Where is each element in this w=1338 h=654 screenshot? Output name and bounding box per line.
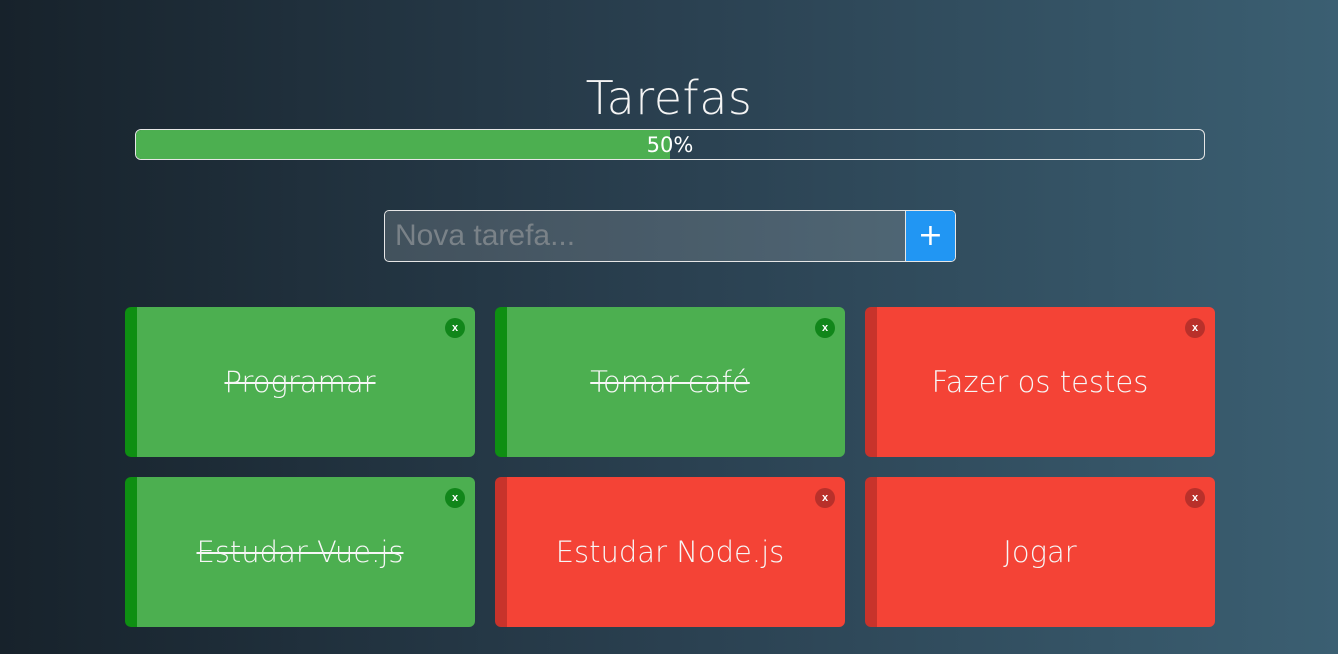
delete-task-icon[interactable]: x [815,318,835,338]
task-card[interactable]: x Fazer os testes [865,307,1215,457]
task-label: Jogar [1003,535,1077,569]
delete-task-icon[interactable]: x [1185,318,1205,338]
delete-task-icon[interactable]: x [815,488,835,508]
delete-task-icon[interactable]: x [445,488,465,508]
task-card[interactable]: x Jogar [865,477,1215,627]
task-label: Estudar Node.js [555,535,785,569]
task-label: Estudar Vue.js [196,535,404,569]
progress-label: 50% [646,133,694,157]
task-card[interactable]: x Tomar café [495,307,845,457]
task-card[interactable]: x Estudar Vue.js [125,477,475,627]
task-card[interactable]: x Estudar Node.js [495,477,845,627]
page-title: Tarefas [585,71,753,125]
progress-bar: 50% [135,129,1205,160]
new-task-input[interactable] [385,211,905,261]
delete-task-icon[interactable]: x [445,318,465,338]
task-label: Tomar café [590,365,750,399]
task-label: Fazer os testes [931,365,1149,399]
task-card[interactable]: x Programar [125,307,475,457]
task-label: Programar [224,365,376,399]
delete-task-icon[interactable]: x [1185,488,1205,508]
new-task-form: + [384,210,956,262]
add-task-button[interactable]: + [905,211,955,261]
task-grid: x Programar x Tomar café x Fazer os test… [125,307,1215,627]
